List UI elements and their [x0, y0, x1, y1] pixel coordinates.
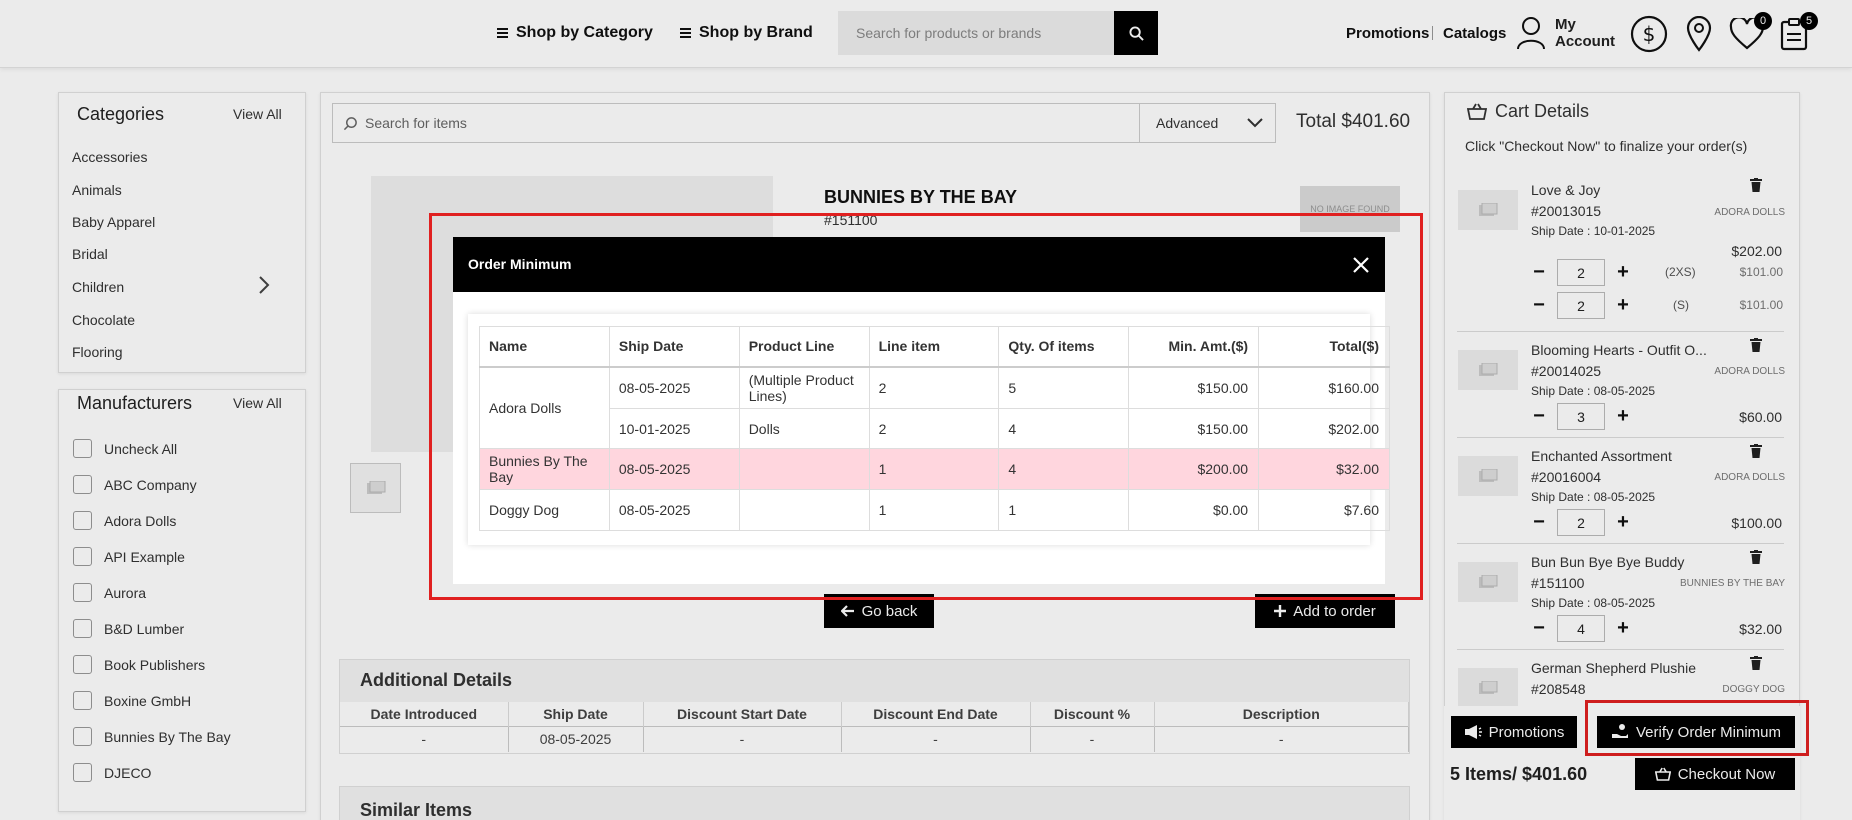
cell-name: Bunnies By The Bay	[479, 448, 610, 490]
table-header: Qty. Of items	[998, 326, 1130, 368]
table-header: Total($)	[1258, 326, 1390, 368]
cell-ship-date: 08-05-2025	[608, 489, 740, 531]
cell-name: Adora Dolls	[479, 366, 610, 449]
cell-ship-date: 10-01-2025	[608, 408, 740, 449]
cell-min-amt: $200.00	[1128, 448, 1260, 490]
cell-qty: 1	[998, 489, 1130, 531]
cell-line-item: 2	[868, 408, 1000, 449]
cell-product-line: (Multiple Product Lines)	[738, 366, 870, 409]
cell-line-item: 1	[868, 489, 1000, 531]
modal-title: Order Minimum	[468, 256, 572, 272]
order-minimum-table: Name Ship Date Product Line Line item Qt…	[479, 326, 1390, 531]
cell-line-item: 2	[868, 366, 1000, 409]
table-header: Ship Date	[608, 326, 740, 368]
cell-ship-date: 08-05-2025	[608, 366, 740, 409]
table-header: Min. Amt.($)	[1128, 326, 1260, 368]
cell-qty: 4	[998, 448, 1130, 490]
cell-min-amt: $150.00	[1128, 366, 1260, 409]
modal-header: Order Minimum	[453, 237, 1385, 292]
cell-min-amt: $0.00	[1128, 489, 1260, 531]
cell-min-amt: $150.00	[1128, 408, 1260, 449]
cell-ship-date: 08-05-2025	[608, 448, 740, 490]
cell-qty: 4	[998, 408, 1130, 449]
table-row: Doggy Dog 08-05-2025 1 1 $0.00 $7.60	[479, 489, 1390, 531]
cell-product-line	[738, 489, 870, 531]
cell-product-line: Dolls	[738, 408, 870, 449]
cell-total: $7.60	[1258, 489, 1390, 531]
table-header: Product Line	[738, 326, 870, 368]
cell-qty: 5	[998, 366, 1130, 409]
close-icon[interactable]	[1352, 256, 1370, 274]
cell-product-line	[738, 448, 870, 490]
cell-total: $160.00	[1258, 366, 1390, 409]
table-header: Name	[479, 326, 610, 368]
cell-name: Doggy Dog	[479, 489, 610, 531]
cell-line-item: 1	[868, 448, 1000, 490]
order-minimum-modal: Order Minimum Name Ship Date Product Lin…	[453, 237, 1390, 584]
cell-total: $32.00	[1258, 448, 1390, 490]
order-minimum-card: Name Ship Date Product Line Line item Qt…	[468, 314, 1390, 545]
table-row: Adora Dolls 08-05-2025 (Multiple Product…	[479, 366, 1390, 449]
table-row-highlighted: Bunnies By The Bay 08-05-2025 1 4 $200.0…	[479, 448, 1390, 490]
table-row: 10-01-2025 Dolls 2 4 $150.00 $202.00	[480, 408, 1390, 449]
cell-total: $202.00	[1258, 408, 1390, 449]
table-header: Line item	[868, 326, 1000, 368]
